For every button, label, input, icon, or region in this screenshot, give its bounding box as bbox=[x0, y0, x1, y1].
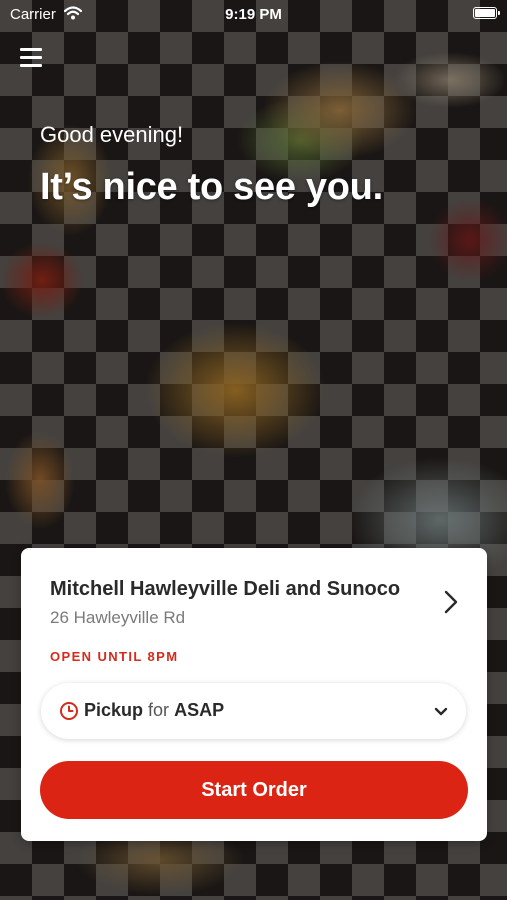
start-order-button[interactable]: Start Order bbox=[40, 761, 468, 819]
store-card: Mitchell Hawleyville Deli and Sunoco 26 … bbox=[21, 548, 487, 841]
order-time: ASAP bbox=[174, 700, 225, 720]
page-title: It’s nice to see you. bbox=[40, 166, 383, 208]
clock-time: 9:19 PM bbox=[225, 6, 282, 23]
chevron-down-icon bbox=[434, 705, 448, 717]
battery-icon bbox=[473, 7, 500, 19]
chevron-right-icon[interactable] bbox=[441, 588, 461, 616]
order-connector: for bbox=[148, 700, 170, 720]
clock-icon bbox=[59, 701, 79, 721]
store-hours-badge: OPEN UNTIL 8PM bbox=[50, 649, 179, 664]
order-mode-selector[interactable]: Pickup for ASAP bbox=[41, 683, 466, 739]
order-method: Pickup bbox=[84, 700, 144, 720]
status-bar: Carrier 9:19 PM bbox=[0, 0, 507, 28]
store-address: 26 Hawleyville Rd bbox=[50, 608, 186, 627]
greeting-text: Good evening! bbox=[40, 122, 184, 147]
store-name[interactable]: Mitchell Hawleyville Deli and Sunoco bbox=[50, 578, 400, 601]
order-mode-label: Pickup for ASAP bbox=[84, 700, 224, 721]
menu-icon[interactable] bbox=[20, 48, 42, 67]
